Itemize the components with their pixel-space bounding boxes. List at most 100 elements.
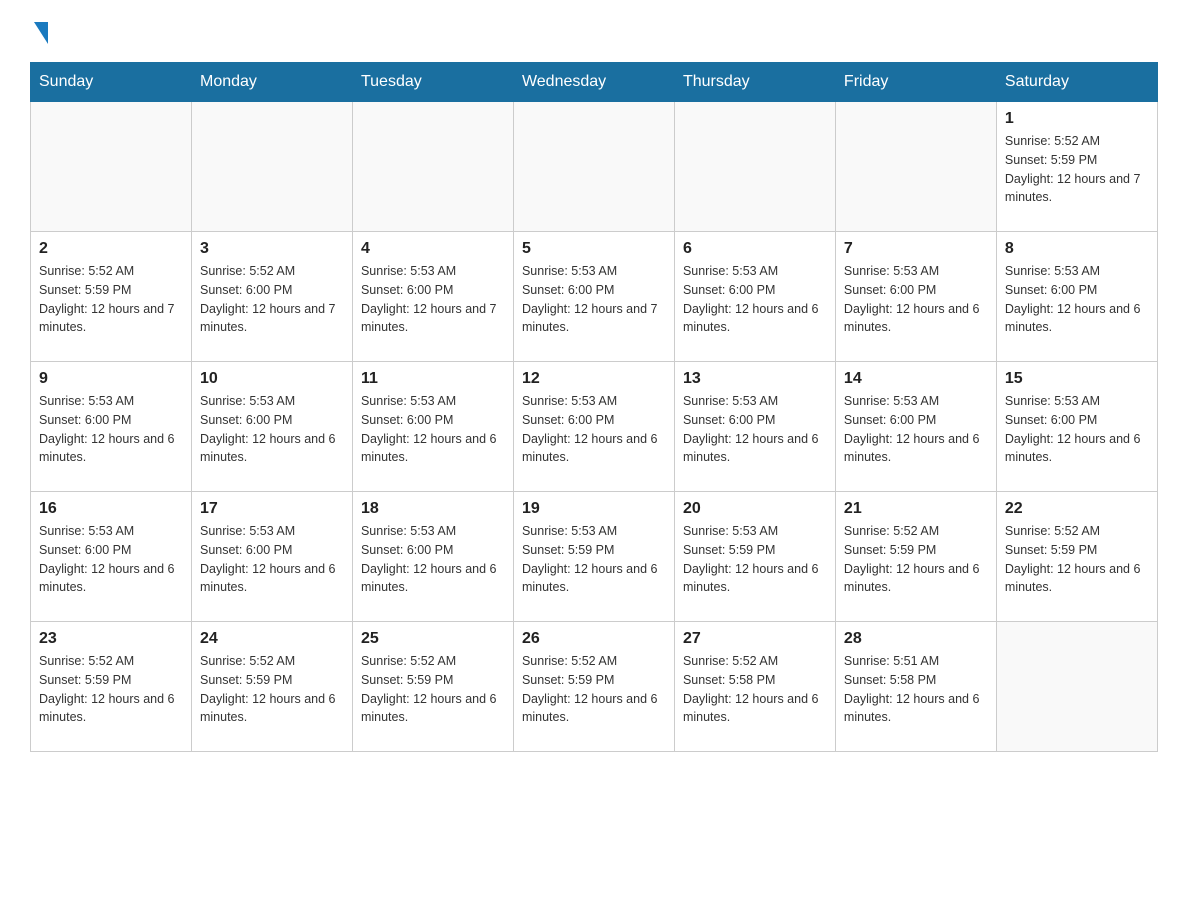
calendar-cell: 12 Sunrise: 5:53 AMSunset: 6:00 PMDayligh… — [513, 362, 674, 492]
weekday-header-tuesday: Tuesday — [352, 63, 513, 102]
day-number: 24 — [200, 630, 344, 648]
calendar-week-row: 16 Sunrise: 5:53 AMSunset: 6:00 PMDayligh… — [31, 492, 1158, 622]
day-info: Sunrise: 5:53 AMSunset: 6:00 PMDaylight:… — [522, 392, 666, 467]
calendar-cell: 1 Sunrise: 5:52 AMSunset: 5:59 PMDaylight… — [996, 102, 1157, 232]
calendar-cell: 9 Sunrise: 5:53 AMSunset: 6:00 PMDaylight… — [31, 362, 192, 492]
day-number: 18 — [361, 500, 505, 518]
weekday-header-wednesday: Wednesday — [513, 63, 674, 102]
logo-triangle-icon — [34, 22, 48, 44]
calendar-cell: 18 Sunrise: 5:53 AMSunset: 6:00 PMDayligh… — [352, 492, 513, 622]
day-info: Sunrise: 5:53 AMSunset: 6:00 PMDaylight:… — [844, 392, 988, 467]
weekday-header-thursday: Thursday — [674, 63, 835, 102]
calendar-cell: 2 Sunrise: 5:52 AMSunset: 5:59 PMDaylight… — [31, 232, 192, 362]
day-number: 16 — [39, 500, 183, 518]
weekday-header-saturday: Saturday — [996, 63, 1157, 102]
day-info: Sunrise: 5:53 AMSunset: 6:00 PMDaylight:… — [200, 392, 344, 467]
day-number: 2 — [39, 240, 183, 258]
calendar-cell: 20 Sunrise: 5:53 AMSunset: 5:59 PMDayligh… — [674, 492, 835, 622]
logo — [30, 20, 48, 42]
weekday-header-friday: Friday — [835, 63, 996, 102]
day-number: 14 — [844, 370, 988, 388]
day-number: 22 — [1005, 500, 1149, 518]
calendar-week-row: 23 Sunrise: 5:52 AMSunset: 5:59 PMDayligh… — [31, 622, 1158, 752]
calendar-cell — [835, 102, 996, 232]
day-info: Sunrise: 5:53 AMSunset: 6:00 PMDaylight:… — [361, 522, 505, 597]
weekday-header-sunday: Sunday — [31, 63, 192, 102]
day-number: 25 — [361, 630, 505, 648]
day-number: 1 — [1005, 110, 1149, 128]
day-number: 12 — [522, 370, 666, 388]
calendar-cell: 14 Sunrise: 5:53 AMSunset: 6:00 PMDayligh… — [835, 362, 996, 492]
day-info: Sunrise: 5:53 AMSunset: 6:00 PMDaylight:… — [683, 392, 827, 467]
day-info: Sunrise: 5:52 AMSunset: 5:59 PMDaylight:… — [522, 652, 666, 727]
calendar-week-row: 1 Sunrise: 5:52 AMSunset: 5:59 PMDaylight… — [31, 102, 1158, 232]
day-number: 28 — [844, 630, 988, 648]
day-info: Sunrise: 5:53 AMSunset: 6:00 PMDaylight:… — [361, 262, 505, 337]
day-info: Sunrise: 5:52 AMSunset: 5:59 PMDaylight:… — [200, 652, 344, 727]
day-info: Sunrise: 5:53 AMSunset: 6:00 PMDaylight:… — [39, 392, 183, 467]
day-number: 20 — [683, 500, 827, 518]
calendar-cell — [352, 102, 513, 232]
day-info: Sunrise: 5:53 AMSunset: 6:00 PMDaylight:… — [200, 522, 344, 597]
day-number: 13 — [683, 370, 827, 388]
calendar-week-row: 2 Sunrise: 5:52 AMSunset: 5:59 PMDaylight… — [31, 232, 1158, 362]
calendar-cell: 22 Sunrise: 5:52 AMSunset: 5:59 PMDayligh… — [996, 492, 1157, 622]
day-number: 3 — [200, 240, 344, 258]
day-number: 19 — [522, 500, 666, 518]
calendar-cell: 5 Sunrise: 5:53 AMSunset: 6:00 PMDaylight… — [513, 232, 674, 362]
calendar-cell: 6 Sunrise: 5:53 AMSunset: 6:00 PMDaylight… — [674, 232, 835, 362]
calendar-cell: 10Sunrise: 5:53 AMSunset: 6:00 PMDayligh… — [191, 362, 352, 492]
day-number: 27 — [683, 630, 827, 648]
day-number: 8 — [1005, 240, 1149, 258]
day-info: Sunrise: 5:53 AMSunset: 6:00 PMDaylight:… — [1005, 392, 1149, 467]
day-info: Sunrise: 5:52 AMSunset: 6:00 PMDaylight:… — [200, 262, 344, 337]
calendar-cell — [513, 102, 674, 232]
calendar-week-row: 9 Sunrise: 5:53 AMSunset: 6:00 PMDaylight… — [31, 362, 1158, 492]
day-info: Sunrise: 5:53 AMSunset: 6:00 PMDaylight:… — [844, 262, 988, 337]
day-number: 17 — [200, 500, 344, 518]
calendar-cell: 19 Sunrise: 5:53 AMSunset: 5:59 PMDayligh… — [513, 492, 674, 622]
day-info: Sunrise: 5:52 AMSunset: 5:58 PMDaylight:… — [683, 652, 827, 727]
day-number: 23 — [39, 630, 183, 648]
calendar-cell: 3 Sunrise: 5:52 AMSunset: 6:00 PMDaylight… — [191, 232, 352, 362]
day-info: Sunrise: 5:53 AMSunset: 6:00 PMDaylight:… — [683, 262, 827, 337]
day-info: Sunrise: 5:53 AMSunset: 5:59 PMDaylight:… — [683, 522, 827, 597]
day-number: 11 — [361, 370, 505, 388]
day-info: Sunrise: 5:52 AMSunset: 5:59 PMDaylight:… — [361, 652, 505, 727]
day-info: Sunrise: 5:53 AMSunset: 6:00 PMDaylight:… — [522, 262, 666, 337]
calendar-table: SundayMondayTuesdayWednesdayThursdayFrid… — [30, 62, 1158, 752]
calendar-cell — [674, 102, 835, 232]
calendar-cell: 11 Sunrise: 5:53 AMSunset: 6:00 PMDayligh… — [352, 362, 513, 492]
page-header — [30, 20, 1158, 42]
day-info: Sunrise: 5:52 AMSunset: 5:59 PMDaylight:… — [39, 652, 183, 727]
calendar-cell: 26 Sunrise: 5:52 AMSunset: 5:59 PMDayligh… — [513, 622, 674, 752]
day-info: Sunrise: 5:53 AMSunset: 6:00 PMDaylight:… — [39, 522, 183, 597]
calendar-cell: 4 Sunrise: 5:53 AMSunset: 6:00 PMDaylight… — [352, 232, 513, 362]
day-number: 4 — [361, 240, 505, 258]
calendar-cell: 21Sunrise: 5:52 AMSunset: 5:59 PMDayligh… — [835, 492, 996, 622]
day-info: Sunrise: 5:53 AMSunset: 5:59 PMDaylight:… — [522, 522, 666, 597]
day-info: Sunrise: 5:52 AMSunset: 5:59 PMDaylight:… — [39, 262, 183, 337]
day-info: Sunrise: 5:51 AMSunset: 5:58 PMDaylight:… — [844, 652, 988, 727]
day-info: Sunrise: 5:53 AMSunset: 6:00 PMDaylight:… — [1005, 262, 1149, 337]
weekday-header-monday: Monday — [191, 63, 352, 102]
weekday-header-row: SundayMondayTuesdayWednesdayThursdayFrid… — [31, 63, 1158, 102]
day-number: 7 — [844, 240, 988, 258]
calendar-cell — [191, 102, 352, 232]
day-info: Sunrise: 5:52 AMSunset: 5:59 PMDaylight:… — [1005, 132, 1149, 207]
day-number: 26 — [522, 630, 666, 648]
calendar-cell: 16 Sunrise: 5:53 AMSunset: 6:00 PMDayligh… — [31, 492, 192, 622]
day-info: Sunrise: 5:52 AMSunset: 5:59 PMDaylight:… — [1005, 522, 1149, 597]
calendar-cell: 27 Sunrise: 5:52 AMSunset: 5:58 PMDayligh… — [674, 622, 835, 752]
calendar-cell: 15 Sunrise: 5:53 AMSunset: 6:00 PMDayligh… — [996, 362, 1157, 492]
calendar-cell — [31, 102, 192, 232]
day-number: 6 — [683, 240, 827, 258]
day-number: 15 — [1005, 370, 1149, 388]
day-number: 5 — [522, 240, 666, 258]
calendar-cell: 17 Sunrise: 5:53 AMSunset: 6:00 PMDayligh… — [191, 492, 352, 622]
day-info: Sunrise: 5:53 AMSunset: 6:00 PMDaylight:… — [361, 392, 505, 467]
calendar-cell: 25 Sunrise: 5:52 AMSunset: 5:59 PMDayligh… — [352, 622, 513, 752]
day-number: 9 — [39, 370, 183, 388]
calendar-cell: 7 Sunrise: 5:53 AMSunset: 6:00 PMDaylight… — [835, 232, 996, 362]
calendar-cell — [996, 622, 1157, 752]
